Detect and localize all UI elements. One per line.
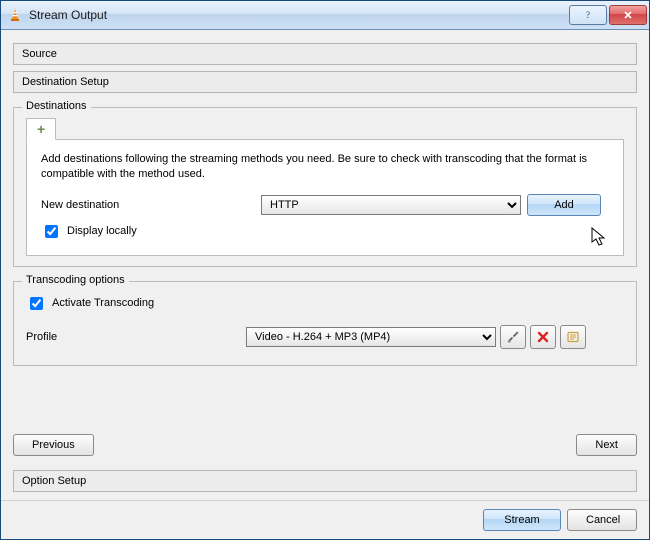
profile-label: Profile: [26, 331, 246, 343]
close-icon: [623, 10, 633, 20]
profile-select[interactable]: Video - H.264 + MP3 (MP4): [246, 327, 496, 347]
section-option-setup[interactable]: Option Setup: [13, 470, 637, 492]
save-profile-icon: [566, 330, 580, 344]
new-destination-row: New destination HTTP Add: [41, 194, 609, 216]
display-locally-row: Display locally: [41, 222, 609, 241]
cancel-button[interactable]: Cancel: [567, 509, 637, 531]
wizard-nav: Previous Next: [13, 422, 637, 456]
destinations-hint: Add destinations following the streaming…: [41, 152, 609, 182]
dialog-buttons: Stream Cancel: [1, 500, 649, 539]
edit-profile-button[interactable]: [500, 325, 526, 349]
delete-profile-button[interactable]: [530, 325, 556, 349]
destinations-legend: Destinations: [22, 100, 91, 112]
destinations-group: Destinations + Add destinations followin…: [13, 107, 637, 267]
activate-transcoding-label: Activate Transcoding: [52, 297, 154, 309]
delete-icon: [537, 331, 549, 343]
plus-icon: +: [37, 122, 45, 136]
previous-button[interactable]: Previous: [13, 434, 94, 456]
vlc-cone-icon: [7, 7, 23, 23]
section-source[interactable]: Source: [13, 43, 637, 65]
section-destination-setup[interactable]: Destination Setup: [13, 71, 637, 93]
display-locally-label: Display locally: [67, 225, 137, 237]
destinations-pane: Add destinations following the streaming…: [26, 140, 624, 256]
help-icon: ?: [583, 10, 593, 20]
new-destination-label: New destination: [41, 199, 261, 211]
dialog-content: Source Destination Setup Destinations + …: [1, 30, 649, 500]
add-button[interactable]: Add: [527, 194, 601, 216]
tools-icon: [506, 330, 520, 344]
destination-method-select[interactable]: HTTP: [261, 195, 521, 215]
help-button[interactable]: ?: [569, 5, 607, 25]
stream-button[interactable]: Stream: [483, 509, 561, 531]
activate-transcoding-row: Activate Transcoding: [26, 294, 624, 313]
tab-add-destination[interactable]: +: [26, 118, 56, 140]
new-profile-button[interactable]: [560, 325, 586, 349]
profile-row: Profile Video - H.264 + MP3 (MP4): [26, 325, 624, 349]
destinations-tabs: +: [26, 118, 624, 140]
transcoding-legend: Transcoding options: [22, 274, 129, 286]
display-locally-checkbox[interactable]: [45, 225, 58, 238]
activate-transcoding-checkbox[interactable]: [30, 297, 43, 310]
stream-output-window: Stream Output ? Source Destination Setup…: [0, 0, 650, 540]
transcoding-group: Transcoding options Activate Transcoding…: [13, 281, 637, 366]
svg-text:?: ?: [586, 10, 590, 20]
next-button[interactable]: Next: [576, 434, 637, 456]
window-title: Stream Output: [29, 8, 107, 22]
titlebar: Stream Output ?: [1, 1, 649, 30]
close-button[interactable]: [609, 5, 647, 25]
